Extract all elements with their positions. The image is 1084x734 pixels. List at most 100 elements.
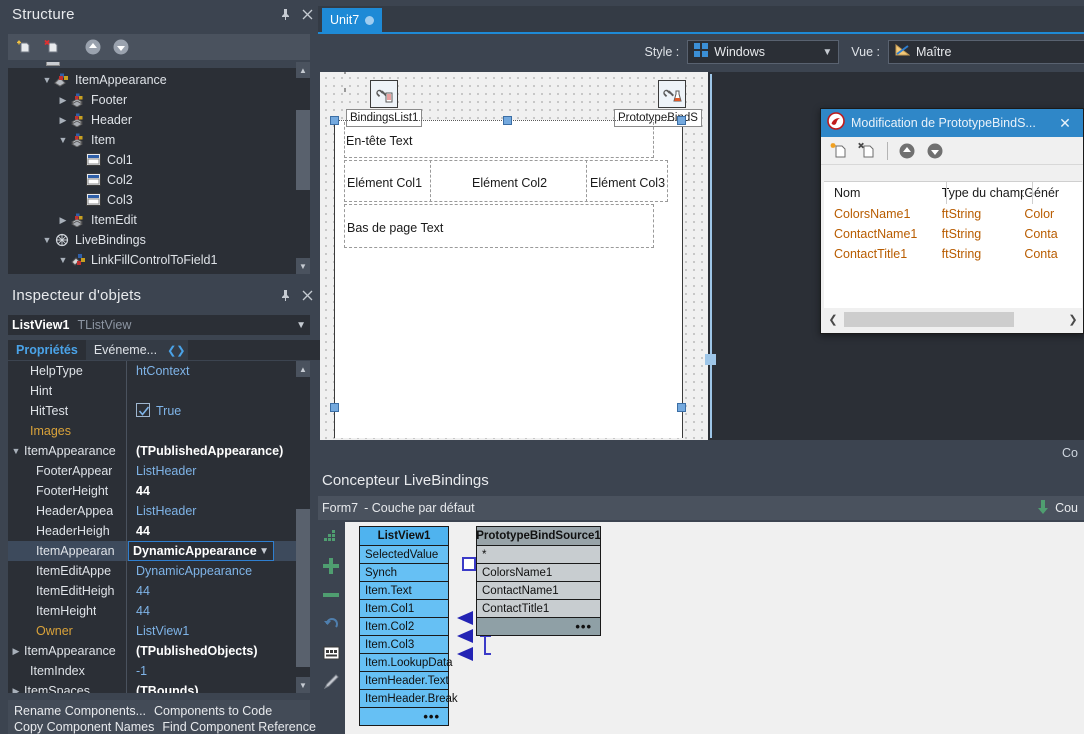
inspector-row-hint[interactable]: Hint <box>8 381 296 401</box>
structure-tree-item-col3[interactable]: Col3 <box>8 190 296 210</box>
binding-row[interactable]: ColorsName1 <box>477 563 600 581</box>
binding-row[interactable]: Item.Col3 <box>360 635 448 653</box>
inspector-row-itemindex[interactable]: ItemIndex -1 <box>8 661 296 681</box>
move-up-icon[interactable] <box>80 36 106 58</box>
inspector-row-itemappearance[interactable]: ▶ ItemAppearance (TPublishedObjects) <box>8 641 296 661</box>
inspector-row-footerappear[interactable]: FooterAppear ListHeader <box>8 461 296 481</box>
close-icon[interactable] <box>296 3 318 25</box>
structure-tree-item-header[interactable]: ▶ Header <box>8 110 296 130</box>
inspector-component-selector[interactable]: ListView1 TListView ▼ <box>8 315 310 335</box>
table-row[interactable]: ColorsName1 ftString Color <box>824 204 1082 224</box>
table-row[interactable]: ContactName1 ftString Conta <box>824 224 1082 244</box>
resize-handle-bottom-right[interactable] <box>677 403 686 412</box>
components-to-code-link[interactable]: Components to Code <box>154 703 272 719</box>
column-header-nom[interactable]: Nom <box>824 186 942 200</box>
binding-row[interactable]: Item.LookupData <box>360 653 453 671</box>
binding-row[interactable]: Item.Col2 <box>360 617 448 635</box>
inspector-row-images[interactable]: Images <box>8 421 296 441</box>
add-field-icon[interactable] <box>827 139 853 163</box>
new-item-icon[interactable] <box>12 36 38 58</box>
inspector-row-itemappearance[interactable]: ▼ ItemAppearance (TPublishedAppearance) <box>8 441 296 461</box>
inspector-row-itemappearan[interactable]: ItemAppearan DynamicAppearance ▼ <box>8 541 296 561</box>
table-row[interactable]: ContactTitle1 ftString Conta <box>824 244 1082 264</box>
structure-tree-item-item[interactable]: ▼ Item <box>8 130 296 150</box>
tab-unit7[interactable]: Unit7 <box>322 8 383 32</box>
inspector-row-hittest[interactable]: HitTest True <box>8 401 296 421</box>
resize-handle-bottom-left[interactable] <box>330 403 339 412</box>
chevron-down-icon[interactable]: ▼ <box>259 546 269 557</box>
close-icon[interactable]: ✕ <box>1053 111 1077 135</box>
resize-handle-top-center[interactable] <box>503 116 512 125</box>
binding-row[interactable]: Synch <box>360 563 448 581</box>
grid-toggle-icon[interactable] <box>320 526 342 548</box>
scroll-up-icon[interactable]: ▲ <box>296 62 310 78</box>
chevron-right-icon[interactable]: ▶ <box>56 215 70 226</box>
livebindings-canvas[interactable]: ListView1 SelectedValue Synch Item.Text Item… <box>345 522 1084 734</box>
move-down-icon[interactable] <box>922 139 948 163</box>
property-value[interactable]: ListHeader <box>136 464 196 478</box>
structure-tree[interactable]: ▼ ItemAppearance ▶ Footer ▶ Header ▼ Item Col1 Co… <box>8 62 310 274</box>
structure-tree-scrollbar[interactable]: ▲ ▼ <box>296 62 310 274</box>
binding-box-prototypebindsource1[interactable]: PrototypeBindSource1 * ColorsName1 ContactN… <box>476 526 601 636</box>
arrow-down-icon[interactable] <box>1036 499 1050 518</box>
property-value[interactable]: DynamicAppearance <box>136 564 252 578</box>
chevron-down-icon[interactable]: ▼ <box>822 47 832 58</box>
inspector-row-itemheight[interactable]: ItemHeight 44 <box>8 601 296 621</box>
chevron-down-icon[interactable]: ▼ <box>56 255 70 265</box>
inspector-row-headerheigh[interactable]: HeaderHeigh 44 <box>8 521 296 541</box>
undo-icon[interactable] <box>320 613 342 635</box>
bindings-list-icon[interactable] <box>370 80 398 108</box>
scroll-down-icon[interactable]: ▼ <box>296 258 310 274</box>
add-binding-icon[interactable] <box>320 555 342 577</box>
inspector-row-owner[interactable]: Owner ListView1 <box>8 621 296 641</box>
binding-row[interactable]: ContactTitle1 <box>477 599 600 617</box>
dialog-fields-grid[interactable]: Nom Type du champ Génér ColorsName1 ftStr… <box>824 181 1082 308</box>
find-component-reference-link[interactable]: Find Component Reference <box>162 719 316 734</box>
chevron-down-icon[interactable]: ▼ <box>40 75 54 85</box>
inspector-row-itemeditappe[interactable]: ItemEditAppe DynamicAppearance <box>8 561 296 581</box>
hscroll-thumb[interactable] <box>844 312 1014 327</box>
scroll-left-icon[interactable]: ❮ <box>824 310 842 329</box>
property-value[interactable]: -1 <box>136 664 147 678</box>
property-value[interactable]: 44 <box>136 484 150 498</box>
property-value[interactable]: ListHeader <box>136 504 196 518</box>
chevron-right-icon[interactable]: ▶ <box>56 115 70 126</box>
property-dropdown[interactable]: DynamicAppearance ▼ <box>128 541 274 561</box>
hscroll-track[interactable] <box>842 310 1064 329</box>
column-header-type[interactable]: Type du champ <box>942 186 1025 200</box>
structure-tree-item-itemappearance[interactable]: ▼ ItemAppearance <box>8 70 296 90</box>
binding-row[interactable]: Item.Text <box>360 581 448 599</box>
binding-row[interactable]: * <box>477 545 600 563</box>
property-value[interactable]: 44 <box>136 604 150 618</box>
structure-tree-item-livebindings[interactable]: ▼ LiveBindings <box>8 230 296 250</box>
binding-box-more-button[interactable]: ••• <box>360 707 448 725</box>
inspector-row-footerheight[interactable]: FooterHeight 44 <box>8 481 296 501</box>
property-value[interactable]: htContext <box>136 364 190 378</box>
pin-icon[interactable] <box>274 284 296 306</box>
scroll-right-icon[interactable]: ❯ <box>1064 310 1082 329</box>
view-combobox[interactable]: Maître <box>888 40 1084 64</box>
form-designer-surface[interactable]: BindingsList1 PrototypeBindS En-tête Tex… <box>320 72 708 440</box>
inspector-row-helptype[interactable]: HelpType htContext <box>8 361 296 381</box>
show-all-bindings-icon[interactable] <box>320 642 342 664</box>
dialog-horizontal-scrollbar[interactable]: ❮ ❯ <box>824 309 1082 330</box>
chevron-down-icon[interactable]: ▼ <box>56 135 70 145</box>
resize-handle-top-right[interactable] <box>677 116 686 125</box>
inspector-property-grid[interactable]: HelpType htContext Hint HitTest True Images ▼ I… <box>8 361 310 693</box>
property-value[interactable]: (TPublishedAppearance) <box>136 444 283 458</box>
binding-row[interactable]: ItemHeader.Break <box>360 689 458 707</box>
pin-icon[interactable] <box>274 3 296 25</box>
delete-field-icon[interactable] <box>855 139 881 163</box>
property-value[interactable]: ListView1 <box>136 624 189 638</box>
binding-row[interactable]: Item.Col1 <box>360 599 448 617</box>
resize-handle-top-left[interactable] <box>330 116 339 125</box>
structure-tree-item-col1[interactable]: Col1 <box>8 150 296 170</box>
copy-component-names-link[interactable]: Copy Component Names <box>14 719 154 734</box>
binding-box-listview1[interactable]: ListView1 SelectedValue Synch Item.Text Item… <box>359 526 458 726</box>
scrollbar-thumb[interactable] <box>296 110 310 190</box>
property-value[interactable]: 44 <box>136 524 150 538</box>
inspector-row-itemeditheigh[interactable]: ItemEditHeigh 44 <box>8 581 296 601</box>
tab-proprietes[interactable]: Propriétés <box>8 340 86 360</box>
chevron-down-icon[interactable]: ▼ <box>40 235 54 245</box>
move-up-icon[interactable] <box>894 139 920 163</box>
